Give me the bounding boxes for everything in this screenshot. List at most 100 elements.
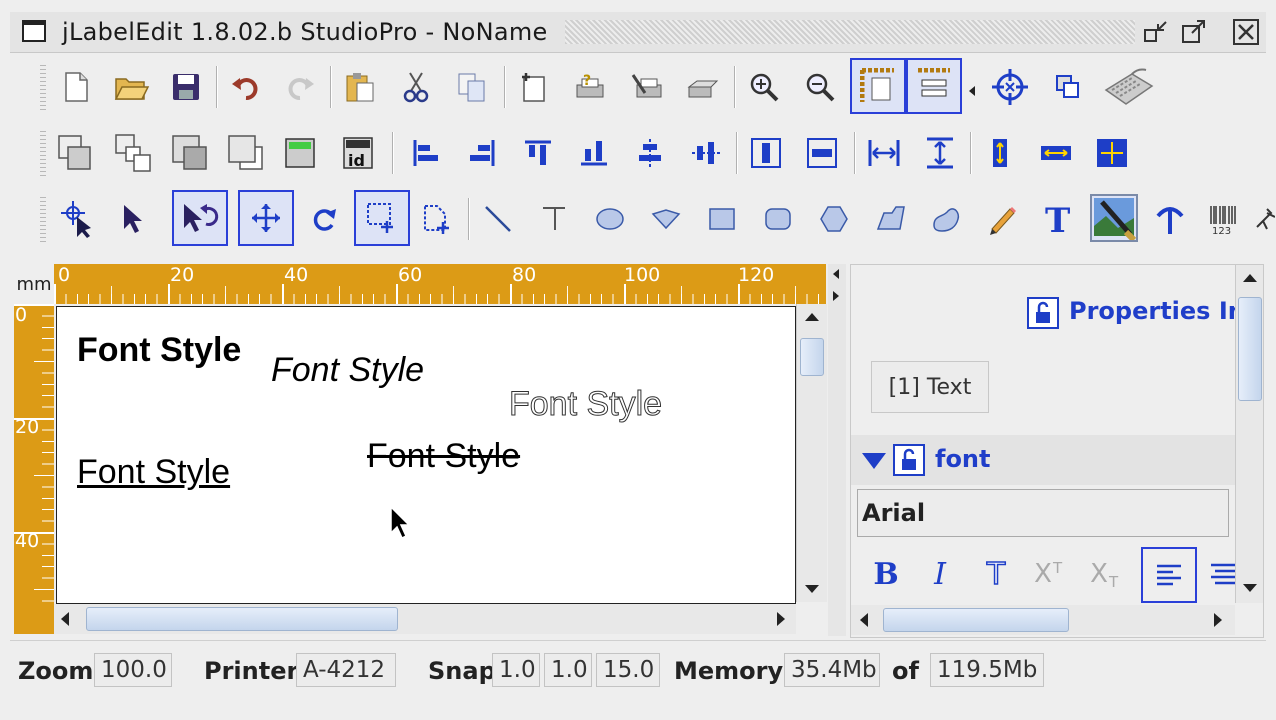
diamond-button[interactable] [642, 196, 690, 242]
to-front-button[interactable] [222, 130, 270, 176]
label-canvas[interactable]: Font Style Font Style Font Style Font St… [56, 306, 796, 604]
superscript-button[interactable]: XT [1025, 549, 1075, 599]
same-height-button[interactable] [976, 130, 1024, 176]
ellipse-button[interactable] [586, 196, 634, 242]
scroll-right-icon[interactable] [776, 611, 786, 627]
text-italic[interactable]: Font Style [271, 351, 424, 390]
font-section-header[interactable]: font [851, 435, 1235, 485]
distribute-h-button[interactable] [860, 130, 908, 176]
label-layout-button[interactable] [906, 58, 962, 114]
bring-front-button[interactable] [1044, 64, 1092, 110]
italic-button[interactable]: I [915, 549, 965, 599]
title-bar-grip[interactable] [565, 20, 1135, 44]
undo-button[interactable] [222, 64, 270, 110]
panel-splitter[interactable] [828, 264, 846, 636]
canvas-vscrollbar[interactable] [796, 304, 827, 602]
align-center-h-button[interactable] [626, 130, 674, 176]
print-help-button[interactable]: ? [566, 64, 614, 110]
line-button[interactable] [474, 196, 522, 242]
cut-button[interactable] [392, 64, 440, 110]
bold-button[interactable]: B [861, 549, 911, 599]
to-back-button[interactable] [166, 130, 214, 176]
toolbar-grip[interactable] [40, 194, 46, 242]
align-left-text-button[interactable] [1141, 547, 1197, 603]
run-button[interactable] [1254, 196, 1276, 242]
properties-hscrollbar[interactable] [851, 605, 1235, 635]
minimize-button[interactable] [1142, 18, 1170, 46]
text-bold[interactable]: Font Style [77, 331, 241, 370]
save-button[interactable] [162, 64, 210, 110]
align-center-text-button[interactable] [1207, 549, 1235, 599]
close-button[interactable] [1232, 18, 1260, 46]
properties-vscroll-thumb[interactable] [1238, 297, 1262, 401]
zoom-out-button[interactable] [796, 64, 844, 110]
counter-button[interactable] [276, 130, 324, 176]
pencil-button[interactable] [978, 196, 1026, 242]
target-button[interactable] [986, 64, 1034, 110]
properties-vscrollbar[interactable] [1235, 265, 1263, 603]
align-right-button[interactable] [458, 130, 506, 176]
page-frame-button[interactable] [850, 58, 906, 114]
group-button[interactable] [52, 130, 100, 176]
unlock-icon[interactable] [893, 444, 925, 476]
barcode-button[interactable]: 123 [1200, 196, 1248, 242]
canvas-hscrollbar[interactable] [54, 604, 796, 634]
expand-down-icon[interactable] [861, 451, 887, 471]
canvas-hscroll-thumb[interactable] [86, 607, 398, 631]
rectangle-button[interactable] [698, 196, 746, 242]
printer-settings-button[interactable] [622, 64, 670, 110]
ungroup-button[interactable] [110, 130, 158, 176]
zoom-field[interactable]: 100.0 [94, 653, 172, 687]
blob-button[interactable] [922, 196, 970, 242]
redo-button[interactable] [276, 64, 324, 110]
rotate-button[interactable] [300, 196, 348, 242]
title-bar[interactable]: jLabelEdit 1.8.02.b StudioPro - NoName [10, 12, 1266, 53]
distribute-v-button[interactable] [916, 130, 964, 176]
scroll-right-icon[interactable] [1213, 612, 1223, 628]
tab-text-object[interactable]: [1] Text [871, 361, 989, 413]
polygon-button[interactable] [810, 196, 858, 242]
outline-button[interactable]: T [971, 549, 1021, 599]
snap-angle-field[interactable]: 15.0 [596, 653, 660, 687]
maximize-button[interactable] [1180, 18, 1208, 46]
font-name-field[interactable]: Arial [857, 489, 1229, 537]
select-multi-button[interactable] [52, 196, 100, 242]
text-tool-button[interactable]: T [1034, 196, 1082, 242]
id-field-button[interactable]: id [334, 130, 382, 176]
angle-line-button[interactable] [530, 196, 578, 242]
page-setup-button[interactable] [510, 64, 558, 110]
print-button[interactable] [678, 64, 726, 110]
scroll-up-icon[interactable] [804, 312, 820, 322]
move-button[interactable] [238, 190, 294, 246]
text-strikethrough[interactable]: Font Style [367, 437, 520, 476]
same-size-button[interactable] [1088, 130, 1136, 176]
scroll-down-icon[interactable] [804, 584, 820, 594]
arc-text-button[interactable] [1146, 196, 1194, 242]
scroll-up-icon[interactable] [1242, 273, 1258, 283]
toolbar-overflow-arrow[interactable] [968, 82, 976, 101]
center-v-button[interactable] [798, 130, 846, 176]
unlock-icon[interactable] [1027, 297, 1059, 329]
scroll-left-icon[interactable] [60, 611, 70, 627]
printer-field[interactable]: A-4212 [296, 653, 396, 687]
keyboard-button[interactable] [1098, 64, 1158, 110]
toolbar-grip[interactable] [40, 128, 46, 176]
pointer-button[interactable] [108, 196, 156, 242]
open-button[interactable] [108, 64, 156, 110]
paste-button[interactable] [336, 64, 384, 110]
image-button[interactable] [1090, 194, 1138, 242]
edit-points-button[interactable] [414, 196, 462, 242]
align-top-button[interactable] [514, 130, 562, 176]
canvas-vscroll-thumb[interactable] [800, 338, 824, 376]
same-width-button[interactable] [1032, 130, 1080, 176]
toolbar-grip[interactable] [40, 62, 46, 110]
select-area-button[interactable] [354, 190, 410, 246]
text-outline[interactable]: Font Style [508, 385, 662, 424]
scroll-down-icon[interactable] [1242, 583, 1258, 593]
parallelogram-button[interactable] [866, 196, 914, 242]
rounded-rect-button[interactable] [754, 196, 802, 242]
copy-button[interactable] [448, 64, 496, 110]
align-left-button[interactable] [402, 130, 450, 176]
text-underline[interactable]: Font Style [77, 453, 230, 492]
align-center-v-button[interactable] [682, 130, 730, 176]
